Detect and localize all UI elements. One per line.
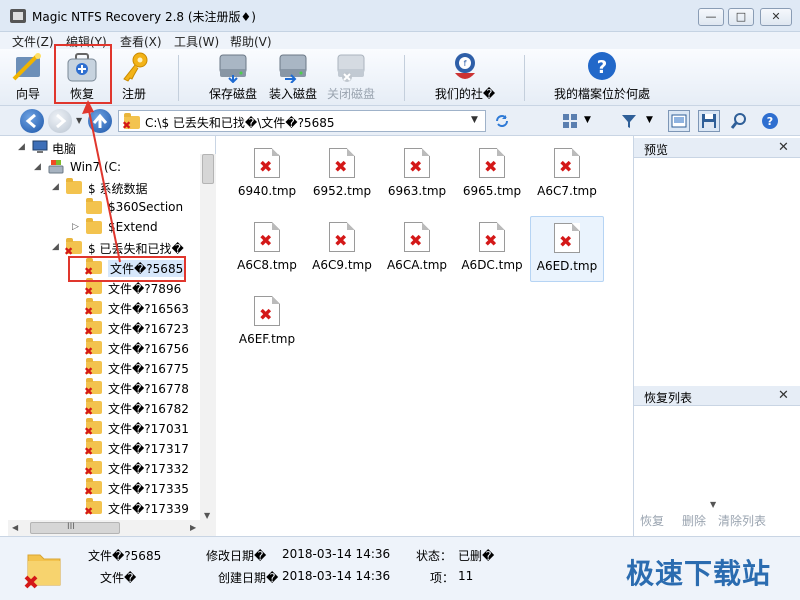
- annotation-arrow: [82, 100, 121, 263]
